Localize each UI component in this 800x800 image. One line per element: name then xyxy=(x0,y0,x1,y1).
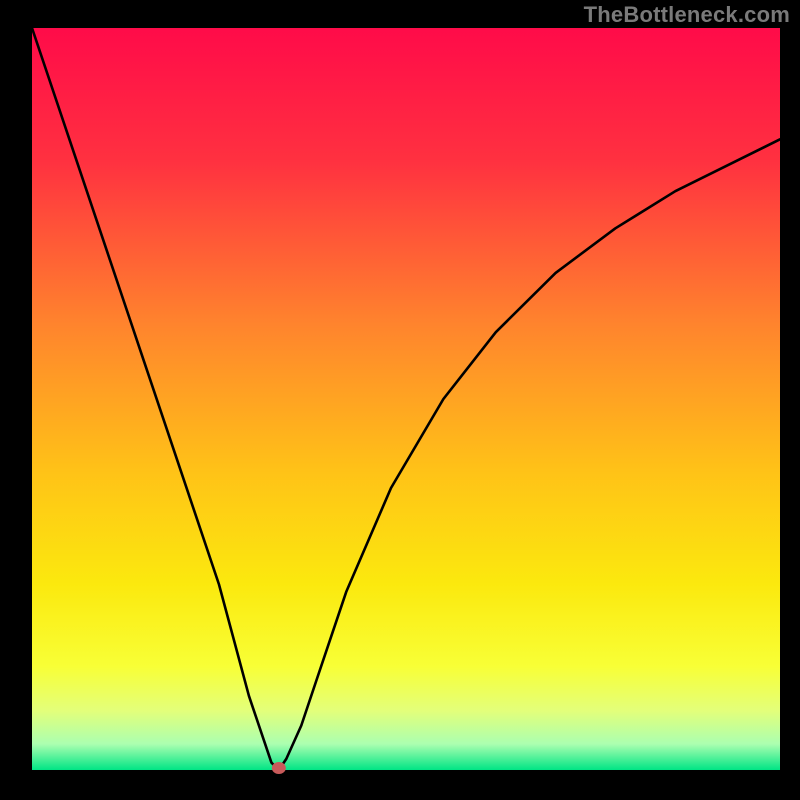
minimum-marker xyxy=(272,762,286,774)
watermark-text: TheBottleneck.com xyxy=(584,2,790,28)
bottleneck-chart: TheBottleneck.com xyxy=(0,0,800,800)
plot-area xyxy=(32,28,780,774)
chart-svg xyxy=(0,0,800,800)
